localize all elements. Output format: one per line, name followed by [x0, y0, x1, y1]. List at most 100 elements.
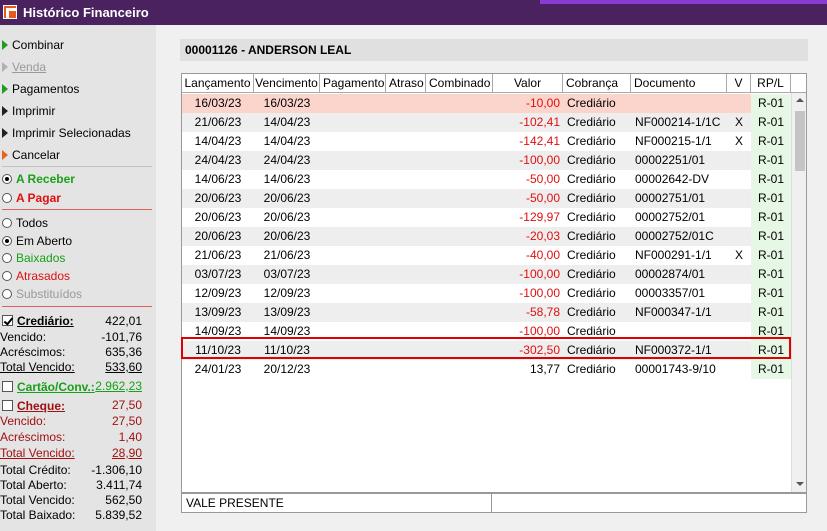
cell-vencimento: 20/06/23 — [263, 210, 311, 224]
cell-pagamento — [320, 151, 386, 170]
combinar-button[interactable]: Combinar — [2, 36, 64, 54]
cheque-vencido-value: 27,50 — [111, 414, 142, 428]
cell-pagamento — [320, 227, 386, 246]
checkbox-icon — [2, 381, 13, 392]
table-row[interactable]: 24/04/23 24/04/23 -100,00 Crediário 00002251… — [182, 151, 792, 170]
radio-icon — [2, 253, 12, 263]
crediario-vencido-value: -101,76 — [101, 330, 142, 344]
cell-cobranca: Crediário — [567, 134, 616, 148]
radio-a-receber[interactable]: A Receber — [2, 170, 75, 188]
column-header-cobranca[interactable]: Cobrança — [563, 74, 631, 93]
radio-substituidos[interactable]: Substituídos — [2, 285, 82, 303]
column-header-rpl[interactable]: RP/L — [751, 74, 791, 93]
cell-pagamento — [320, 113, 386, 132]
cell-vencimento: 14/04/23 — [263, 115, 311, 129]
cartao-checkbox[interactable]: Cartão/Conv.: — [2, 378, 95, 396]
cell-pagamento — [320, 265, 386, 284]
transactions-table[interactable]: Lançamento Vencimento Pagamento Atraso Combi… — [181, 73, 807, 493]
column-header-vencimento[interactable]: Vencimento — [254, 74, 320, 93]
cell-valor: 13,77 — [529, 362, 560, 376]
cell-valor: -10,00 — [525, 96, 560, 110]
scroll-thumb[interactable] — [795, 111, 805, 171]
cell-atraso — [386, 94, 426, 113]
cell-vencimento: 20/12/23 — [263, 362, 311, 376]
cell-valor: -100,00 — [519, 153, 560, 167]
cheque-acrescimos-value: 1,40 — [118, 430, 142, 444]
cell-combinado — [426, 303, 493, 322]
cell-cobranca: Crediário — [567, 115, 616, 129]
cell-rpl: R-01 — [751, 246, 791, 265]
table-row[interactable]: 03/07/23 03/07/23 -100,00 Crediário 00002874… — [182, 265, 792, 284]
radio-icon — [2, 236, 12, 246]
table-row[interactable]: 14/06/23 14/06/23 -50,00 Crediário 00002642-… — [182, 170, 792, 189]
cell-pagamento — [320, 132, 386, 151]
column-header-v[interactable]: V — [727, 74, 751, 93]
cell-atraso — [386, 208, 426, 227]
table-row[interactable]: 20/06/23 20/06/23 -20,03 Crediário 00002752/… — [182, 227, 792, 246]
cheque-vencido-label: Vencido: — [0, 414, 47, 428]
crediario-vencido-label: Vencido: — [0, 330, 47, 344]
cell-valor: -40,00 — [525, 248, 560, 262]
table-row[interactable]: 16/03/23 16/03/23 -10,00 Crediário R-01 — [182, 94, 792, 113]
cell-v: X — [734, 134, 743, 148]
table-row[interactable]: 20/06/23 20/06/23 -50,00 Crediário 00002751/… — [182, 189, 792, 208]
cell-vencimento: 13/09/23 — [263, 305, 311, 319]
crediario-checkbox[interactable]: Crediário: — [2, 312, 74, 330]
table-row[interactable]: 21/06/23 14/04/23 -102,41 Crediário NF000214… — [182, 113, 792, 132]
radio-atrasados[interactable]: Atrasados — [2, 267, 70, 285]
cell-combinado — [426, 265, 493, 284]
app-icon — [3, 5, 17, 19]
scroll-down-icon[interactable] — [796, 482, 804, 486]
table-row[interactable]: 14/04/23 14/04/23 -142,41 Crediário NF000215… — [182, 132, 792, 151]
table-row[interactable]: 24/01/23 20/12/23 13,77 Crediário 00001743-9… — [182, 360, 792, 379]
cell-lancamento: 20/06/23 — [194, 210, 242, 224]
crediario-acrescimos-label: Acréscimos: — [0, 345, 66, 359]
imprimir-selecionadas-button[interactable]: Imprimir Selecionadas — [2, 124, 131, 142]
column-header-combinado[interactable]: Combinado — [426, 74, 493, 93]
radio-a-pagar[interactable]: A Pagar — [2, 189, 61, 207]
cell-v — [727, 303, 751, 322]
column-header-valor[interactable]: Valor — [493, 74, 563, 93]
cell-documento: 00001743-9/10 — [635, 362, 716, 376]
crediario-total-vencido-label: Total Vencido: — [0, 360, 75, 374]
footer-divider — [491, 494, 492, 512]
radio-todos[interactable]: Todos — [2, 214, 48, 232]
table-row[interactable]: 20/06/23 20/06/23 -129,97 Crediário 00002752… — [182, 208, 792, 227]
highlighted-row-outline — [181, 337, 791, 359]
radio-baixados[interactable]: Baixados — [2, 249, 65, 267]
scroll-up-icon[interactable] — [796, 98, 804, 102]
total-credito-label: Total Crédito: — [0, 463, 71, 477]
column-header-documento[interactable]: Documento — [631, 74, 727, 93]
cell-lancamento: 21/06/23 — [194, 248, 242, 262]
cell-atraso — [386, 170, 426, 189]
radio-em-aberto[interactable]: Em Aberto — [2, 232, 72, 250]
vertical-scrollbar[interactable] — [791, 93, 806, 492]
title-bar: Histórico Financeiro — [0, 0, 827, 25]
cancelar-button[interactable]: Cancelar — [2, 146, 60, 164]
column-header-atraso[interactable]: Atraso — [386, 74, 426, 93]
venda-button[interactable]: Venda — [2, 58, 46, 76]
table-row[interactable]: 13/09/23 13/09/23 -58,78 Crediário NF000347-… — [182, 303, 792, 322]
cheque-total-vencido-value: 28,90 — [111, 446, 142, 460]
table-row[interactable]: 12/09/23 12/09/23 -100,00 Crediário 00003357… — [182, 284, 792, 303]
total-baixado-value: 5.839,52 — [95, 508, 142, 522]
cell-vencimento: 03/07/23 — [263, 267, 311, 281]
column-header-pagamento[interactable]: Pagamento — [320, 74, 386, 93]
cell-combinado — [426, 170, 493, 189]
imprimir-button[interactable]: Imprimir — [2, 102, 55, 120]
cell-lancamento: 12/09/23 — [194, 286, 242, 300]
cell-vencimento: 14/06/23 — [263, 172, 311, 186]
total-vencido-value: 562,50 — [105, 493, 142, 507]
table-row[interactable]: 21/06/23 21/06/23 -40,00 Crediário NF000291-… — [182, 246, 792, 265]
title-accent — [540, 0, 827, 4]
pagamentos-button[interactable]: Pagamentos — [2, 80, 79, 98]
cell-documento: NF000347-1/1 — [635, 305, 712, 319]
column-header-lancamento[interactable]: Lançamento — [182, 74, 254, 93]
divider — [2, 209, 152, 210]
cell-combinado — [426, 132, 493, 151]
cell-valor: -20,03 — [525, 229, 560, 243]
cell-documento: 00002752/01 — [635, 210, 706, 224]
cell-vencimento: 24/04/23 — [263, 153, 311, 167]
cell-vencimento: 14/04/23 — [263, 134, 311, 148]
cell-cobranca: Crediário — [567, 191, 616, 205]
